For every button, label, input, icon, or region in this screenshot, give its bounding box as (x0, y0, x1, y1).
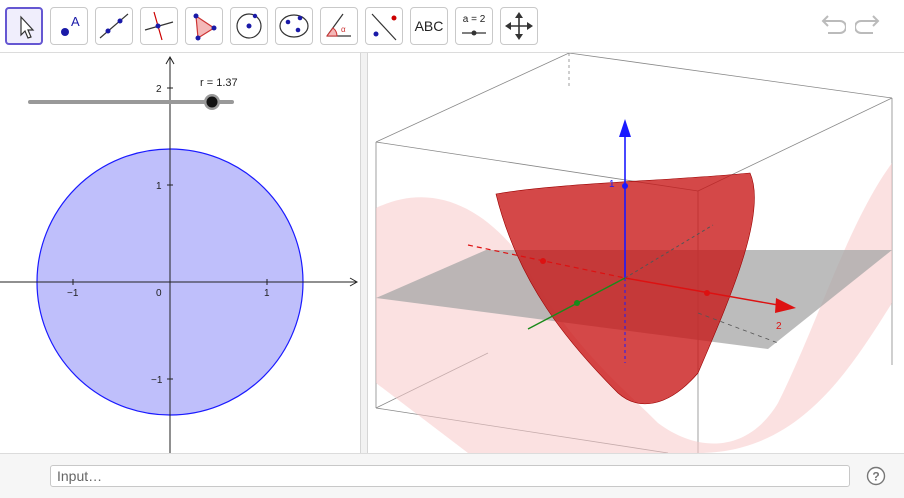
graphics-2d-canvas: −1 0 1 2 1 −1 (0, 55, 359, 453)
y-tick-label: 1 (156, 181, 162, 192)
point-tool-button[interactable]: A (50, 7, 88, 45)
redo-icon[interactable] (855, 13, 883, 39)
svg-text:α: α (341, 25, 346, 34)
x-tick-label: −1 (67, 288, 79, 299)
circle-tool-button[interactable] (230, 7, 268, 45)
move-tool-button[interactable] (5, 7, 43, 45)
graphics-3d-canvas: 1 2 (375, 53, 893, 453)
text-tool-button[interactable]: ABC (410, 7, 448, 45)
x-tick-label: 1 (264, 288, 270, 299)
circle-icon (236, 13, 262, 39)
point-icon: A (61, 14, 80, 36)
perpendicular-line-tool-button[interactable] (140, 7, 178, 45)
reflect-line-icon (371, 13, 397, 41)
graphics-view-3d[interactable]: 1 2 (368, 53, 904, 453)
x-tick-label: 0 (156, 288, 162, 299)
reflect-tool-button[interactable] (365, 7, 403, 45)
input-bar: ? (0, 453, 904, 498)
line-icon (99, 13, 129, 39)
view-divider[interactable] (360, 53, 368, 453)
z-axis-arrow-icon (619, 119, 631, 137)
slider-handle[interactable] (206, 96, 218, 108)
z-axis-label: 1 (609, 179, 615, 190)
move-arrows-icon (505, 12, 533, 40)
slider-icon (462, 30, 486, 36)
polygon-tool-button[interactable] (185, 7, 223, 45)
svg-text:A: A (71, 14, 80, 29)
move-graphics-view-tool-button[interactable] (500, 7, 538, 45)
polygon-icon (193, 13, 217, 41)
angle-tool-button[interactable]: α (320, 7, 358, 45)
svg-text:?: ? (872, 470, 879, 484)
line-tool-button[interactable] (95, 7, 133, 45)
y-tick-label: 2 (156, 84, 162, 95)
help-icon[interactable]: ? (866, 466, 886, 486)
toolbar: A α ABC a = 2 (0, 0, 904, 53)
algebra-input[interactable] (50, 465, 850, 487)
slider-label: r = 1.37 (200, 77, 238, 89)
conic-icon (279, 14, 309, 38)
y-tick-label: −1 (151, 375, 163, 386)
undo-icon[interactable] (818, 13, 846, 39)
slider-tool-button[interactable]: a = 2 (455, 7, 493, 45)
perpendicular-line-icon (144, 11, 174, 41)
arrow-cursor-icon (20, 15, 35, 39)
angle-icon: α (326, 13, 351, 37)
text-tool-label: ABC (414, 18, 444, 34)
conic-tool-button[interactable] (275, 7, 313, 45)
graphics-view-2d[interactable]: −1 0 1 2 1 −1 r = 1.37 (0, 53, 360, 453)
x-axis-label: 2 (776, 321, 782, 332)
